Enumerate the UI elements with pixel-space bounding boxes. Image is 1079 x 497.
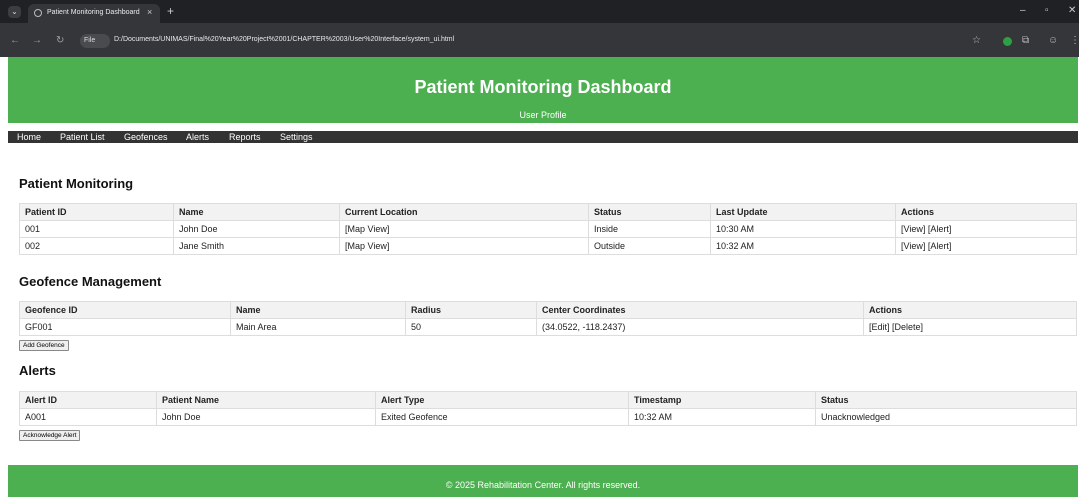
main-nav: Home Patient List Geofences Alerts Repor… <box>8 131 1078 143</box>
minimize-icon[interactable]: – <box>1020 5 1026 16</box>
patient-id: 002 <box>19 237 174 255</box>
browser-tab[interactable]: Patient Monitoring Dashboard × <box>28 4 160 23</box>
page-footer: © 2025 Rehabilitation Center. All rights… <box>8 465 1078 497</box>
alerts-table: Alert ID Patient Name Alert Type Timesta… <box>19 391 1077 426</box>
page-title: Patient Monitoring Dashboard <box>414 77 672 97</box>
tab-search-icon[interactable]: ⌄ <box>8 6 21 18</box>
table-header-row: Geofence ID Name Radius Center Coordinat… <box>19 301 1077 319</box>
browser-tab-bar: ⌄ Patient Monitoring Dashboard × + – ▫ ✕ <box>0 0 1079 23</box>
patient-actions[interactable]: [View] [Alert] <box>895 220 1077 238</box>
column-header: Name <box>173 203 340 221</box>
nav-alerts[interactable]: Alerts <box>186 132 209 142</box>
reload-icon[interactable]: ↻ <box>56 35 64 46</box>
column-header: Geofence ID <box>19 301 231 319</box>
table-row: 001 John Doe [Map View] Inside 10:30 AM … <box>19 220 1077 238</box>
restore-icon[interactable]: ▫ <box>1045 5 1049 16</box>
tab-title: Patient Monitoring Dashboard <box>47 9 140 16</box>
nav-geofences[interactable]: Geofences <box>124 132 168 142</box>
geofence-management-heading: Geofence Management <box>19 274 162 289</box>
column-header: Status <box>815 391 1077 409</box>
patient-name: John Doe <box>173 220 340 238</box>
column-header: Patient Name <box>156 391 376 409</box>
alerts-heading: Alerts <box>19 363 56 378</box>
patient-id: 001 <box>19 220 174 238</box>
last-update: 10:30 AM <box>710 220 896 238</box>
patient-status: Inside <box>588 220 711 238</box>
geofence-actions[interactable]: [Edit] [Delete] <box>863 318 1077 336</box>
extensions-puzzle-icon[interactable]: ⧉ <box>1022 35 1029 46</box>
site-info-chip[interactable]: File <box>80 34 110 48</box>
close-tab-icon[interactable]: × <box>147 7 152 17</box>
url-field[interactable]: File D:/Documents/UNIMAS/Final%20Year%20… <box>80 32 960 50</box>
page-header: Patient Monitoring Dashboard User Profil… <box>8 57 1078 123</box>
column-header: Actions <box>895 203 1077 221</box>
column-header: Actions <box>863 301 1077 319</box>
bookmark-star-icon[interactable]: ☆ <box>972 35 981 46</box>
add-geofence-button[interactable]: Add Geofence <box>19 340 69 351</box>
table-header-row: Patient ID Name Current Location Status … <box>19 203 1077 221</box>
table-header-row: Alert ID Patient Name Alert Type Timesta… <box>19 391 1077 409</box>
alert-status: Unacknowledged <box>815 408 1077 426</box>
column-header: Last Update <box>710 203 896 221</box>
alert-id: A001 <box>19 408 157 426</box>
globe-icon <box>34 9 42 17</box>
user-profile-link[interactable]: User Profile <box>8 110 1078 120</box>
geofence-id: GF001 <box>19 318 231 336</box>
patient-name: Jane Smith <box>173 237 340 255</box>
column-header: Timestamp <box>628 391 816 409</box>
nav-patient-list[interactable]: Patient List <box>60 132 105 142</box>
patient-table: Patient ID Name Current Location Status … <box>19 203 1077 255</box>
alert-timestamp: 10:32 AM <box>628 408 816 426</box>
geofence-name: Main Area <box>230 318 406 336</box>
column-header: Patient ID <box>19 203 174 221</box>
column-header: Alert ID <box>19 391 157 409</box>
table-row: GF001 Main Area 50 (34.0522, -118.2437) … <box>19 318 1077 336</box>
forward-icon[interactable]: → <box>32 35 42 46</box>
nav-settings[interactable]: Settings <box>280 132 313 142</box>
acknowledge-alert-button[interactable]: Acknowledge Alert <box>19 430 81 441</box>
column-header: Alert Type <box>375 391 629 409</box>
nav-home[interactable]: Home <box>17 132 41 142</box>
patient-status: Outside <box>588 237 711 255</box>
table-row: 002 Jane Smith [Map View] Outside 10:32 … <box>19 237 1077 255</box>
patient-monitoring-heading: Patient Monitoring <box>19 176 134 191</box>
geofence-coordinates: (34.0522, -118.2437) <box>536 318 864 336</box>
alert-patient-name: John Doe <box>156 408 376 426</box>
table-row: A001 John Doe Exited Geofence 10:32 AM U… <box>19 408 1077 426</box>
url-text: D:/Documents/UNIMAS/Final%20Year%20Proje… <box>114 36 455 43</box>
patient-actions[interactable]: [View] [Alert] <box>895 237 1077 255</box>
close-window-icon[interactable]: ✕ <box>1068 5 1076 16</box>
column-header: Radius <box>405 301 537 319</box>
column-header: Name <box>230 301 406 319</box>
last-update: 10:32 AM <box>710 237 896 255</box>
column-header: Center Coordinates <box>536 301 864 319</box>
geofence-radius: 50 <box>405 318 537 336</box>
column-header: Current Location <box>339 203 589 221</box>
geofence-table: Geofence ID Name Radius Center Coordinat… <box>19 301 1077 336</box>
profile-icon[interactable]: ☺ <box>1048 35 1058 46</box>
new-tab-button[interactable]: + <box>167 4 174 18</box>
nav-reports[interactable]: Reports <box>229 132 261 142</box>
alert-type: Exited Geofence <box>375 408 629 426</box>
map-view-link[interactable]: [Map View] <box>339 220 589 238</box>
menu-icon[interactable]: ⋮ <box>1070 35 1079 46</box>
extension-icon[interactable] <box>1003 37 1012 46</box>
footer-text: © 2025 Rehabilitation Center. All rights… <box>445 480 641 490</box>
map-view-link[interactable]: [Map View] <box>339 237 589 255</box>
address-bar: ← → ↻ File D:/Documents/UNIMAS/Final%20Y… <box>0 23 1079 57</box>
column-header: Status <box>588 203 711 221</box>
back-icon[interactable]: ← <box>10 35 20 46</box>
